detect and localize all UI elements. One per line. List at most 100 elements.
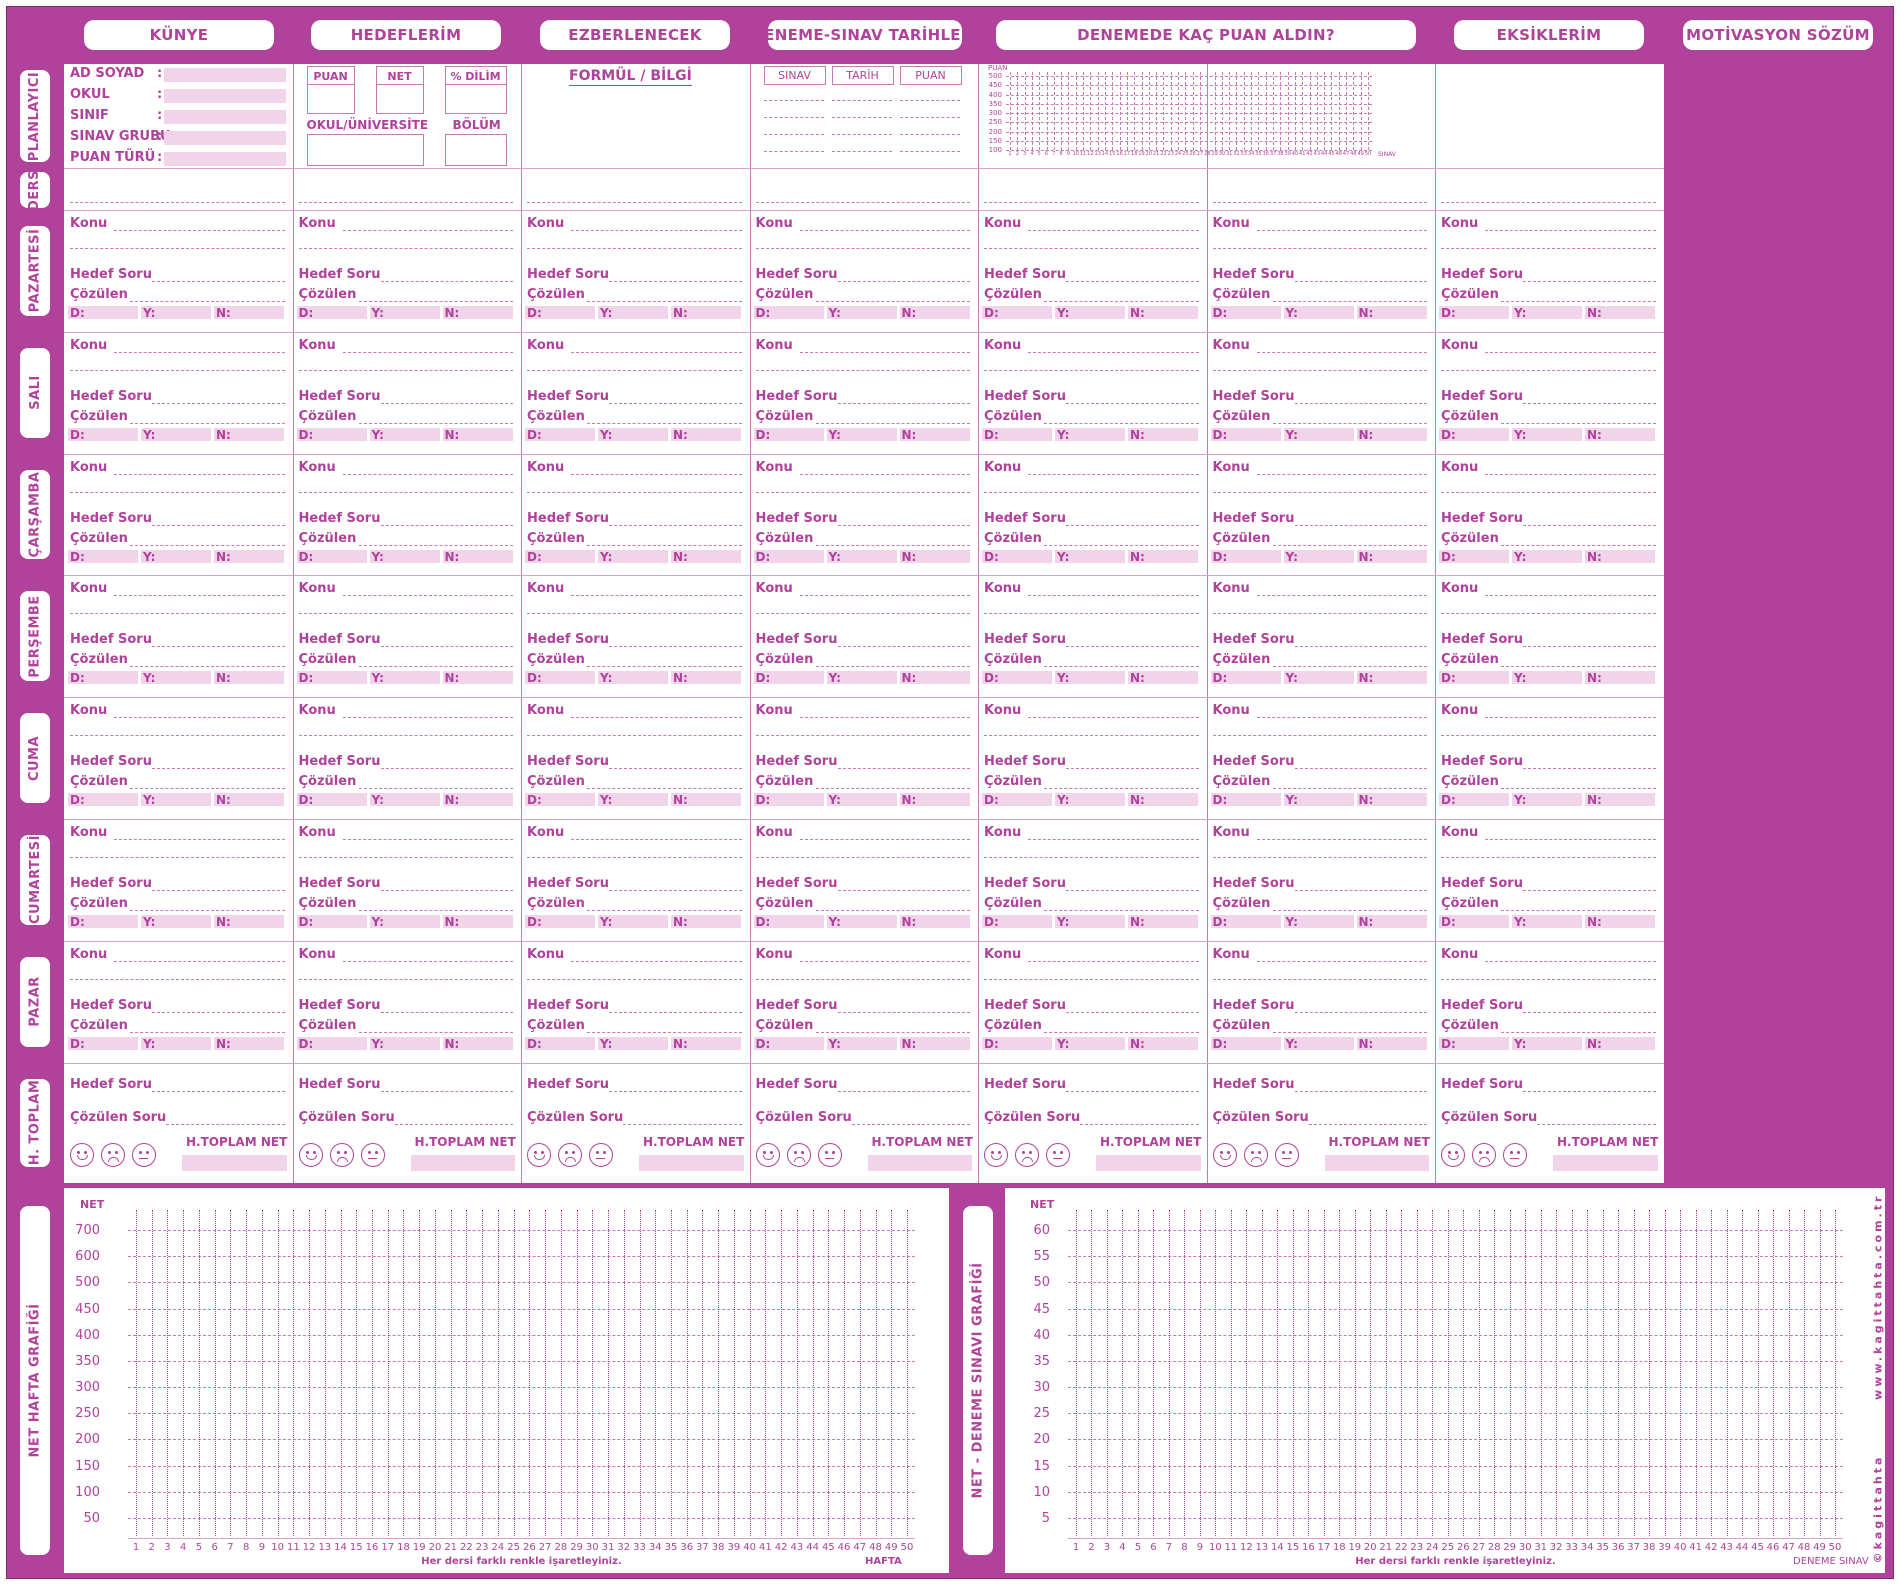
day-cozulen-line[interactable] (1501, 910, 1656, 911)
day-cozulen-line[interactable] (130, 544, 285, 546)
day-hedef-line[interactable] (380, 890, 513, 891)
day-konu-line-2[interactable] (527, 978, 742, 980)
day-konu-line[interactable] (799, 717, 970, 719)
kunye-input[interactable] (164, 89, 286, 103)
day-hedef-line[interactable] (609, 890, 742, 891)
day-konu-line-2[interactable] (984, 735, 1199, 737)
day-hedef-line[interactable] (1523, 402, 1656, 404)
day-hedef-line[interactable] (837, 768, 970, 770)
day-cozulen-line[interactable] (1501, 422, 1656, 424)
day-cozulen-line[interactable] (358, 1031, 513, 1033)
total-hedef-line[interactable] (1066, 1090, 1199, 1092)
day-konu-line[interactable] (342, 230, 513, 231)
ders-input-line[interactable] (755, 202, 970, 203)
deneme-entry-line[interactable] (831, 151, 892, 152)
day-konu-line[interactable] (1485, 230, 1656, 231)
day-konu-line-2[interactable] (298, 491, 513, 493)
day-cozulen-line[interactable] (130, 910, 285, 911)
day-hedef-line[interactable] (837, 1011, 970, 1013)
day-konu-line-2[interactable] (298, 857, 513, 858)
day-konu-line[interactable] (1485, 839, 1656, 840)
day-konu-line-2[interactable] (755, 613, 970, 615)
day-cozulen-line[interactable] (130, 422, 285, 424)
neutral-face-icon[interactable] (1503, 1142, 1527, 1167)
day-konu-line[interactable] (342, 473, 513, 475)
day-konu-line-2[interactable] (755, 369, 970, 371)
day-konu-line[interactable] (571, 351, 742, 353)
day-cozulen-line[interactable] (587, 1031, 742, 1033)
day-cozulen-line[interactable] (1272, 422, 1427, 424)
day-hedef-line[interactable] (1294, 1011, 1427, 1013)
hedef-okul-box[interactable] (306, 134, 424, 166)
day-cozulen-line[interactable] (1044, 1031, 1199, 1033)
ders-input-line[interactable] (298, 202, 513, 203)
day-konu-line[interactable] (571, 230, 742, 231)
day-konu-line-2[interactable] (1441, 857, 1656, 858)
day-hedef-line[interactable] (1523, 1011, 1656, 1013)
day-cozulen-line[interactable] (1272, 788, 1427, 790)
day-cozulen-line[interactable] (587, 422, 742, 424)
neutral-face-icon[interactable] (817, 1142, 842, 1167)
day-cozulen-line[interactable] (815, 544, 970, 546)
day-hedef-line[interactable] (152, 402, 285, 404)
day-cozulen-line[interactable] (587, 910, 742, 911)
day-hedef-line[interactable] (609, 281, 742, 282)
hedef-dilim-box[interactable] (444, 84, 507, 114)
total-cozulen-line[interactable] (1080, 1123, 1199, 1125)
day-konu-line[interactable] (1256, 839, 1427, 840)
day-konu-line-2[interactable] (70, 491, 285, 493)
day-konu-line[interactable] (1485, 595, 1656, 597)
day-konu-line-2[interactable] (755, 248, 970, 249)
day-hedef-line[interactable] (609, 1011, 742, 1013)
total-net-field[interactable] (867, 1154, 972, 1171)
day-konu-line-2[interactable] (527, 248, 742, 249)
day-cozulen-line[interactable] (1501, 301, 1656, 302)
day-hedef-line[interactable] (152, 1011, 285, 1013)
neutral-face-icon[interactable] (132, 1142, 156, 1167)
day-konu-line[interactable] (1256, 473, 1427, 475)
day-cozulen-line[interactable] (1044, 422, 1199, 424)
total-cozulen-line[interactable] (1308, 1123, 1427, 1125)
day-konu-line[interactable] (1028, 960, 1199, 962)
deneme-entry-line[interactable] (831, 134, 892, 135)
day-hedef-line[interactable] (152, 281, 285, 282)
day-konu-line[interactable] (799, 473, 970, 475)
day-konu-line[interactable] (571, 717, 742, 719)
day-cozulen-line[interactable] (1272, 544, 1427, 546)
day-cozulen-line[interactable] (1272, 666, 1427, 668)
day-hedef-line[interactable] (1066, 524, 1199, 526)
day-cozulen-line[interactable] (815, 910, 970, 911)
day-konu-line[interactable] (1028, 595, 1199, 597)
day-hedef-line[interactable] (1066, 402, 1199, 404)
day-hedef-line[interactable] (1523, 524, 1656, 526)
day-konu-line-2[interactable] (70, 613, 285, 615)
day-cozulen-line[interactable] (358, 422, 513, 424)
neutral-face-icon[interactable] (360, 1142, 385, 1167)
sad-face-icon[interactable] (786, 1142, 811, 1167)
total-net-field[interactable] (639, 1154, 744, 1171)
day-konu-line-2[interactable] (755, 491, 970, 493)
day-cozulen-line[interactable] (130, 1031, 285, 1033)
day-konu-line-2[interactable] (1212, 491, 1427, 493)
day-konu-line[interactable] (342, 351, 513, 353)
day-konu-line-2[interactable] (70, 369, 285, 371)
total-cozulen-line[interactable] (394, 1123, 513, 1125)
day-hedef-line[interactable] (380, 402, 513, 404)
day-konu-line-2[interactable] (298, 735, 513, 737)
day-konu-line[interactable] (1485, 960, 1656, 962)
day-cozulen-line[interactable] (587, 544, 742, 546)
day-konu-line[interactable] (342, 595, 513, 597)
day-cozulen-line[interactable] (130, 788, 285, 790)
total-cozulen-line[interactable] (851, 1123, 970, 1125)
day-hedef-line[interactable] (152, 768, 285, 770)
day-hedef-line[interactable] (1066, 768, 1199, 770)
day-hedef-line[interactable] (380, 768, 513, 770)
deneme-entry-line[interactable] (899, 151, 960, 152)
day-cozulen-line[interactable] (815, 301, 970, 302)
day-cozulen-line[interactable] (130, 666, 285, 668)
day-cozulen-line[interactable] (358, 301, 513, 302)
day-konu-line[interactable] (1256, 717, 1427, 719)
deneme-entry-line[interactable] (763, 151, 824, 152)
smile-face-icon[interactable] (527, 1142, 551, 1167)
total-hedef-line[interactable] (152, 1090, 285, 1092)
